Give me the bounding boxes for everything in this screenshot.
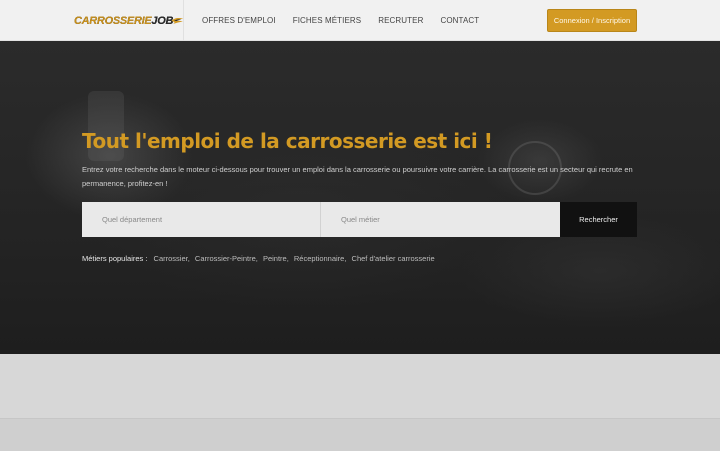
job-input[interactable] bbox=[321, 202, 560, 237]
nav-recruter[interactable]: RECRUTER bbox=[378, 16, 423, 25]
popular-job-link[interactable]: Chef d'atelier carrosserie bbox=[352, 254, 435, 263]
site-header: CARROSSERIEJOB OFFRES D'EMPLOI FICHES MÉ… bbox=[0, 0, 720, 41]
login-button[interactable]: Connexion / Inscription bbox=[547, 9, 637, 32]
hero-section: Tout l'emploi de la carrosserie est ici … bbox=[0, 41, 720, 354]
header-divider bbox=[183, 0, 184, 41]
popular-job-link[interactable]: Peintre, bbox=[263, 254, 289, 263]
nav-offres-emploi[interactable]: OFFRES D'EMPLOI bbox=[202, 16, 276, 25]
hero-title: Tout l'emploi de la carrosserie est ici … bbox=[82, 129, 493, 153]
popular-jobs-label: Métiers populaires : bbox=[82, 254, 148, 263]
hero-description: Entrez votre recherche dans le moteur ci… bbox=[82, 165, 633, 188]
logo-wordmark: CARROSSERIEJOB bbox=[74, 15, 174, 27]
popular-job-link[interactable]: Carrossier, bbox=[154, 254, 190, 263]
nav-fiches-metiers[interactable]: FICHES MÉTIERS bbox=[293, 16, 362, 25]
site-logo[interactable]: CARROSSERIEJOB bbox=[74, 11, 184, 31]
job-search-form: Rechercher bbox=[82, 202, 637, 237]
department-input[interactable] bbox=[82, 202, 321, 237]
popular-job-link[interactable]: Carrossier-Peintre, bbox=[195, 254, 258, 263]
nav-contact[interactable]: CONTACT bbox=[440, 16, 479, 25]
footer-band bbox=[0, 418, 720, 451]
popular-jobs: Métiers populaires : Carrossier, Carross… bbox=[82, 254, 438, 263]
main-nav: OFFRES D'EMPLOI FICHES MÉTIERS RECRUTER … bbox=[202, 0, 496, 41]
search-button[interactable]: Rechercher bbox=[560, 202, 637, 237]
content-band bbox=[0, 354, 720, 418]
popular-job-link[interactable]: Réceptionnaire, bbox=[294, 254, 347, 263]
